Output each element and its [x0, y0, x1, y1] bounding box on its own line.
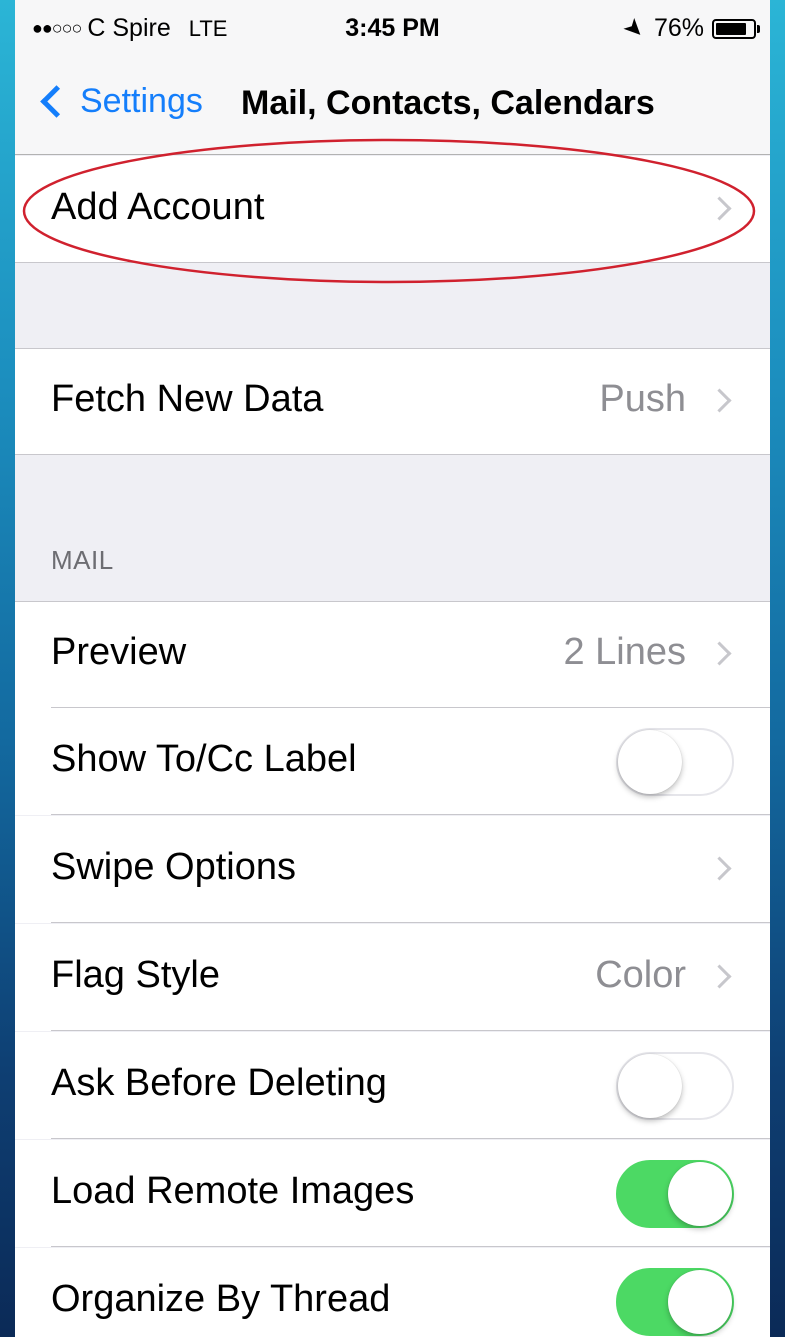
back-button[interactable]: Settings: [35, 82, 203, 121]
swipe-options-label: Swipe Options: [51, 846, 297, 888]
toggle-knob: [668, 1162, 732, 1226]
ask-before-deleting-label: Ask Before Deleting: [51, 1062, 387, 1104]
settings-screen: ●●○○○ C Spire LTE 3:45 PM ➤ 76% Settings…: [15, 0, 770, 1337]
chevron-right-icon: [707, 641, 732, 666]
divider: [51, 1246, 770, 1247]
ask-before-deleting-toggle[interactable]: [616, 1052, 734, 1120]
chevron-right-icon: [707, 964, 732, 989]
chevron-right-icon: [707, 856, 732, 881]
preview-row[interactable]: Preview 2 Lines: [15, 601, 770, 708]
divider: [51, 922, 770, 923]
show-to-cc-label-label: Show To/Cc Label: [51, 738, 357, 780]
show-to-cc-label-row: Show To/Cc Label: [15, 708, 770, 815]
toggle-knob: [668, 1270, 732, 1334]
flag-style-row[interactable]: Flag Style Color: [15, 924, 770, 1031]
divider: [15, 601, 770, 602]
add-account-label: Add Account: [51, 186, 265, 228]
show-to-cc-label-toggle[interactable]: [616, 728, 734, 796]
toggle-knob: [618, 1054, 682, 1118]
flag-style-value: Color: [595, 954, 686, 996]
fetch-new-data-row[interactable]: Fetch New Data Push: [15, 348, 770, 455]
fetch-new-data-label: Fetch New Data: [51, 378, 324, 420]
divider: [15, 348, 770, 349]
organize-by-thread-row: Organize By Thread: [15, 1248, 770, 1337]
divider: [51, 1138, 770, 1139]
battery-percent: 76%: [653, 14, 704, 42]
load-remote-images-toggle[interactable]: [616, 1160, 734, 1228]
organize-by-thread-toggle[interactable]: [616, 1268, 734, 1336]
divider: [15, 262, 770, 263]
swipe-options-row[interactable]: Swipe Options: [15, 816, 770, 923]
chevron-left-icon: [40, 85, 73, 118]
divider: [51, 1030, 770, 1031]
load-remote-images-label: Load Remote Images: [51, 1170, 415, 1212]
chevron-right-icon: [707, 388, 732, 413]
battery-icon: [712, 18, 760, 39]
chevron-right-icon: [707, 196, 732, 221]
organize-by-thread-label: Organize By Thread: [51, 1278, 391, 1320]
status-right: ➤ 76%: [617, 12, 760, 45]
preview-label: Preview: [51, 631, 187, 673]
page-title: Mail, Contacts, Calendars: [241, 84, 655, 122]
status-bar: ●●○○○ C Spire LTE 3:45 PM ➤ 76%: [15, 0, 770, 60]
divider: [51, 814, 770, 815]
toggle-knob: [618, 730, 682, 794]
divider: [15, 454, 770, 455]
preview-value: 2 Lines: [563, 631, 686, 673]
mail-section-header: MAIL: [51, 545, 114, 575]
load-remote-images-row: Load Remote Images: [15, 1140, 770, 1247]
back-button-label: Settings: [80, 82, 203, 120]
flag-style-label: Flag Style: [51, 954, 220, 996]
fetch-new-data-value: Push: [599, 378, 686, 420]
add-account-row[interactable]: Add Account: [15, 156, 770, 263]
navigation-bar: Settings Mail, Contacts, Calendars: [15, 60, 770, 155]
ask-before-deleting-row: Ask Before Deleting: [15, 1032, 770, 1139]
